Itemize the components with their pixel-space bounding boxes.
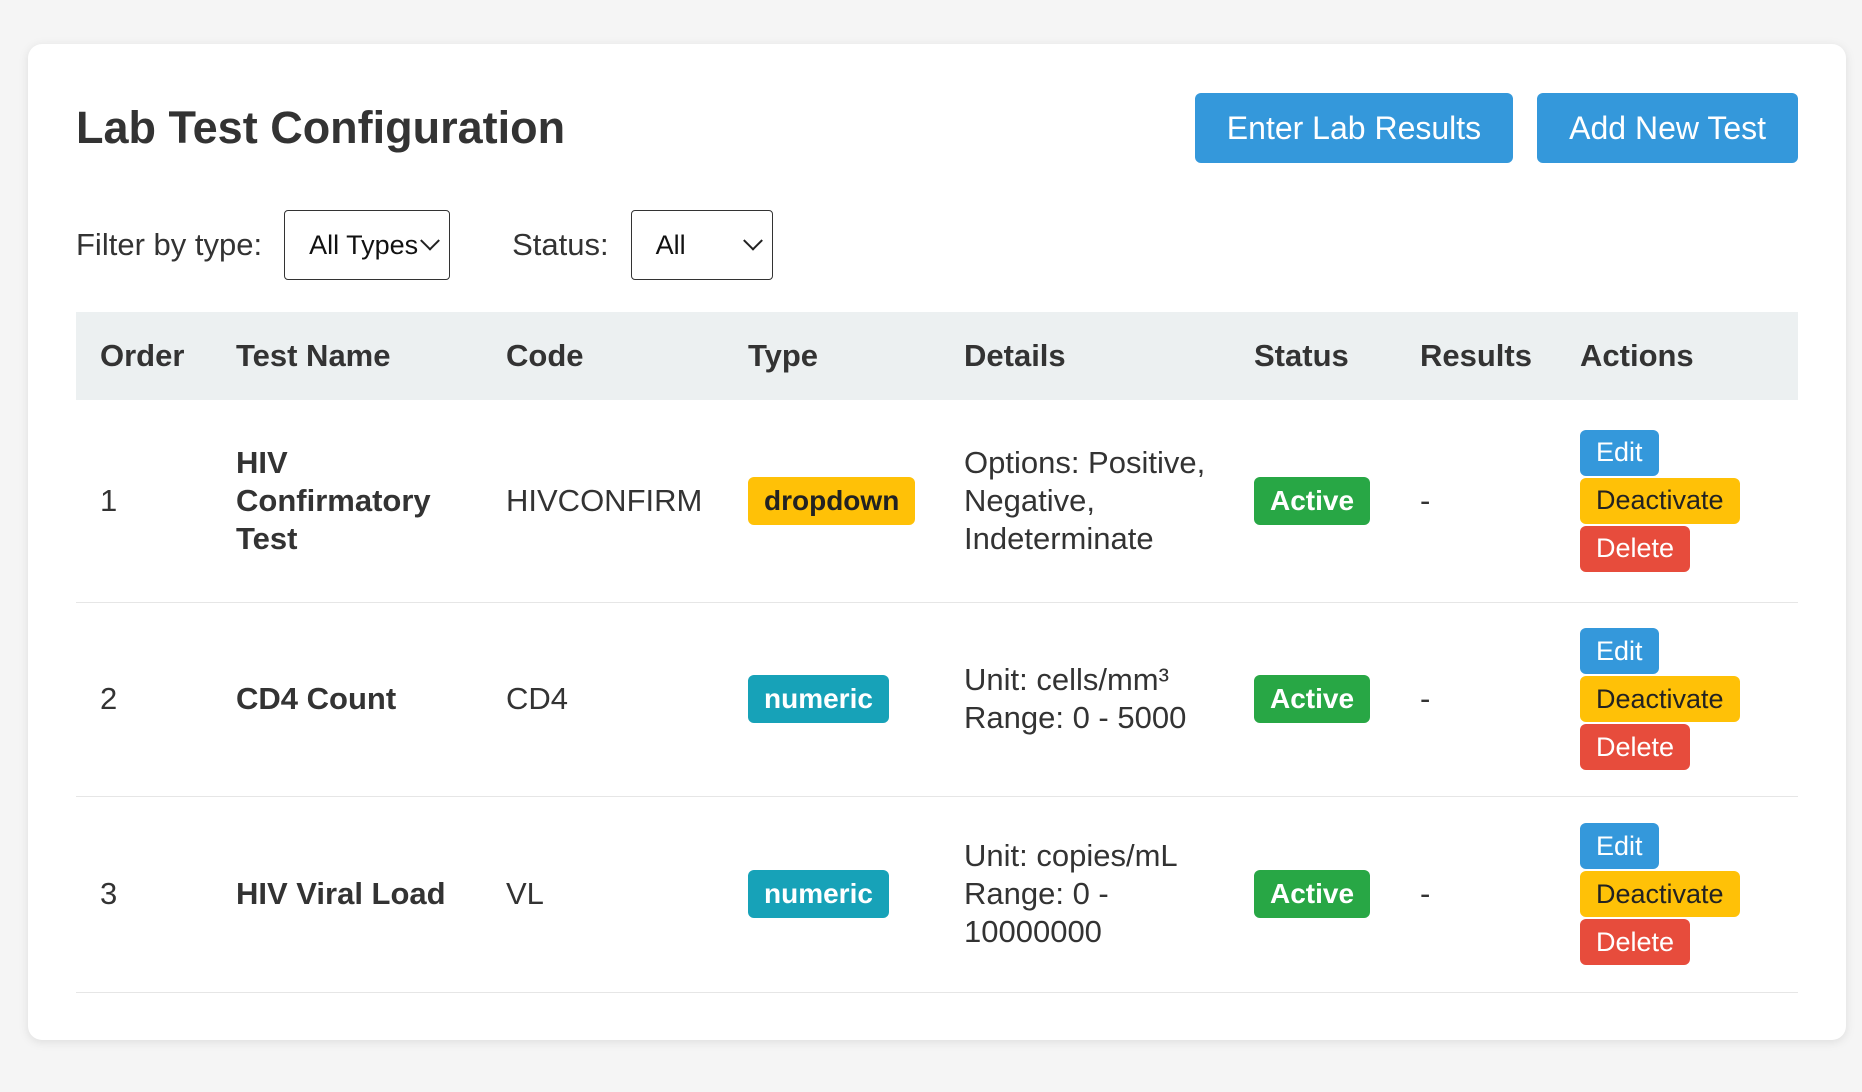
order-cell: 3	[76, 796, 212, 993]
header-actions: Enter Lab Results Add New Test	[1194, 93, 1798, 163]
column-header-test-name: Test Name	[236, 338, 391, 373]
actions-cell: Edit Deactivate Delete	[1556, 796, 1798, 993]
status-cell: Active	[1230, 796, 1396, 993]
actions-cell: Edit Deactivate Delete	[1556, 602, 1798, 797]
delete-button[interactable]: Delete	[1580, 919, 1691, 965]
table-row: 1 HIV Confirmatory Test HIVCONFIRM dropd…	[76, 400, 1798, 603]
deactivate-button[interactable]: Deactivate	[1580, 871, 1740, 917]
edit-button[interactable]: Edit	[1580, 429, 1659, 476]
table-row: 2 CD4 Count CD4 numeric Unit: cells/mm³ …	[76, 602, 1798, 797]
column-header-actions: Actions	[1580, 338, 1694, 373]
type-badge: dropdown	[748, 476, 916, 525]
status-badge: Active	[1254, 476, 1371, 525]
type-badge: numeric	[748, 870, 889, 918]
deactivate-button[interactable]: Deactivate	[1580, 477, 1740, 524]
page-title: Lab Test Configuration	[76, 102, 566, 153]
type-filter-select[interactable]: All Types	[284, 210, 451, 280]
lab-tests-table: Order Test Name Code Type Details Status…	[76, 312, 1798, 993]
order-cell: 2	[76, 602, 212, 797]
status-badge: Active	[1254, 870, 1371, 918]
chevron-down-icon	[742, 230, 763, 251]
details-text: Options: Positive, Negative, Indetermina…	[964, 444, 1206, 556]
test-name-cell: HIV Confirmatory Test	[212, 400, 482, 603]
table-row: 3 HIV Viral Load VL numeric Unit: copies…	[76, 796, 1798, 993]
details-unit: Unit: copies/mL	[964, 838, 1178, 873]
status-cell: Active	[1230, 400, 1396, 603]
status-badge: Active	[1254, 675, 1371, 723]
type-cell: numeric	[724, 796, 940, 993]
details-unit: Unit: cells/mm³	[964, 662, 1169, 697]
column-header-results: Results	[1420, 338, 1532, 373]
details-cell: Options: Positive, Negative, Indetermina…	[940, 400, 1230, 603]
type-cell: dropdown	[724, 400, 940, 603]
details-range: Range: 0 - 5000	[964, 700, 1187, 735]
type-badge: numeric	[748, 675, 889, 723]
filter-bar: Filter by type: All Types Status: All	[76, 210, 773, 280]
code-cell: VL	[482, 796, 724, 993]
status-filter-value: All	[655, 229, 686, 260]
status-cell: Active	[1230, 602, 1396, 797]
details-cell: Unit: copies/mL Range: 0 - 10000000	[940, 796, 1230, 993]
table-header-row: Order Test Name Code Type Details Status…	[76, 312, 1798, 400]
enter-lab-results-button[interactable]: Enter Lab Results	[1194, 93, 1514, 163]
code-cell: HIVCONFIRM	[482, 400, 724, 603]
details-cell: Unit: cells/mm³ Range: 0 - 5000	[940, 602, 1230, 797]
deactivate-button[interactable]: Deactivate	[1580, 676, 1740, 722]
edit-button[interactable]: Edit	[1580, 628, 1659, 674]
results-cell: -	[1396, 400, 1556, 603]
add-new-test-button[interactable]: Add New Test	[1537, 93, 1798, 163]
test-name-cell: CD4 Count	[212, 602, 482, 797]
column-header-order: Order	[100, 338, 185, 373]
column-header-type: Type	[748, 338, 819, 373]
type-cell: numeric	[724, 602, 940, 797]
status-filter-label: Status:	[512, 227, 609, 262]
type-filter-label: Filter by type:	[76, 227, 263, 262]
results-cell: -	[1396, 796, 1556, 993]
results-cell: -	[1396, 602, 1556, 797]
delete-button[interactable]: Delete	[1580, 724, 1691, 770]
column-header-status: Status	[1254, 338, 1349, 373]
chevron-down-icon	[420, 230, 440, 251]
status-filter-select[interactable]: All	[630, 210, 773, 280]
column-header-details: Details	[964, 338, 1066, 373]
actions-cell: Edit Deactivate Delete	[1556, 400, 1798, 603]
edit-button[interactable]: Edit	[1580, 823, 1659, 869]
test-name-cell: HIV Viral Load	[212, 796, 482, 993]
type-filter-value: All Types	[309, 229, 419, 260]
code-cell: CD4	[482, 602, 724, 797]
lab-test-card: Lab Test Configuration Enter Lab Results…	[28, 44, 1846, 1040]
details-range: Range: 0 - 10000000	[964, 876, 1109, 949]
order-cell: 1	[76, 400, 212, 603]
delete-button[interactable]: Delete	[1580, 525, 1691, 572]
page-header: Lab Test Configuration Enter Lab Results…	[76, 92, 1798, 164]
column-header-code: Code	[506, 338, 584, 373]
